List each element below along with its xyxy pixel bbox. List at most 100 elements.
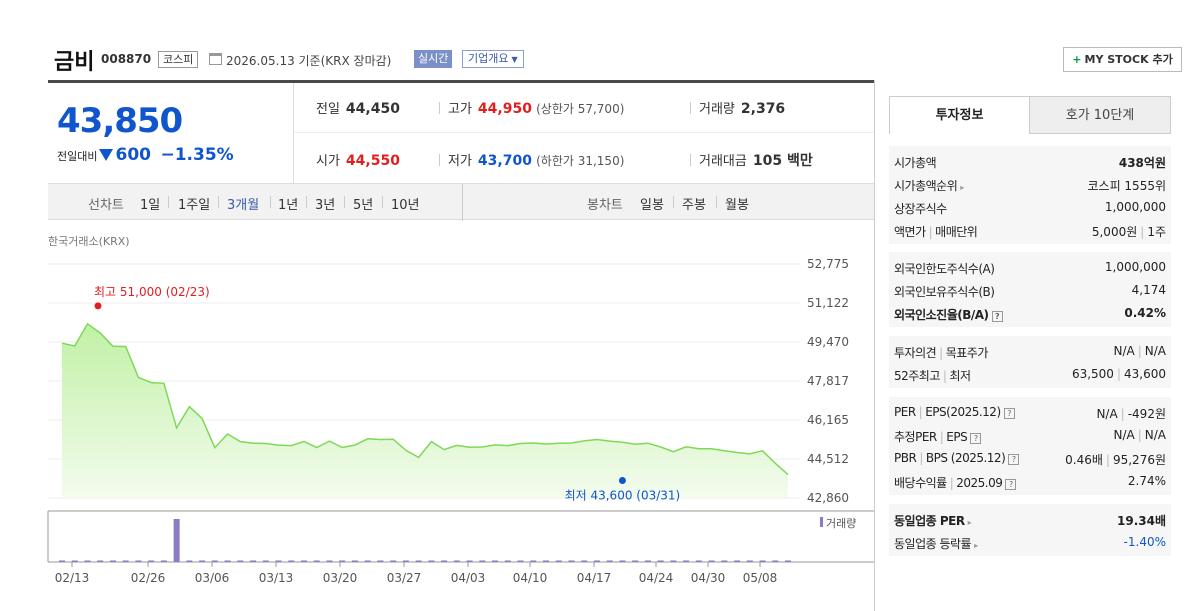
- info-row: 시가총액순위 ▸ 코스피 1555위: [889, 173, 1171, 195]
- info-value: 코스피 1555위: [1087, 177, 1166, 194]
- info-key-text: 매매단위: [935, 225, 978, 239]
- help-icon[interactable]: ?: [970, 433, 982, 444]
- volume-bar: [644, 560, 651, 562]
- volume-bar: [160, 560, 167, 562]
- volume-bar: [479, 560, 486, 562]
- y-tick-label: 47,817: [807, 374, 849, 388]
- tab-invest-info[interactable]: 투자정보: [889, 96, 1030, 134]
- x-tick-label: 04/03: [451, 571, 486, 585]
- info-value: 438억원: [1119, 154, 1166, 171]
- volume-bar: [428, 560, 435, 562]
- info-key-text: 투자의견: [894, 346, 937, 360]
- volume-bar: [759, 560, 766, 562]
- volume-bar: [517, 560, 524, 562]
- info-key-text: EPS(2025.12): [925, 405, 1001, 419]
- info-value-text: 63,500: [1071, 367, 1114, 381]
- info-key-text: 시가총액: [894, 156, 937, 170]
- volume-bar: [746, 560, 753, 562]
- info-key-text: 52주최고: [894, 369, 940, 383]
- volume-bar: [390, 560, 397, 562]
- volume-bar: [555, 560, 562, 562]
- info-key-text: 최저: [949, 369, 971, 383]
- chevron-right-icon[interactable]: ▸: [968, 518, 972, 527]
- info-row: 추정PER | EPS? N/A | N/A: [889, 424, 1171, 446]
- tab-hoga[interactable]: 호가 10단계: [1029, 96, 1171, 134]
- info-key: 52주최고 | 최저: [894, 367, 971, 384]
- volume-bar: [313, 560, 320, 562]
- price-chart: 52,775 51,122 49,470 47,817 46,165 44,512 42,8…: [47, 257, 874, 585]
- volume-bar: [632, 560, 639, 562]
- x-tick-label: 04/10: [513, 571, 548, 585]
- volume-bar: [148, 560, 155, 562]
- mystock-add-button[interactable]: + MY STOCK 추가: [1063, 47, 1182, 72]
- info-key-text: 2025.09: [956, 476, 1003, 490]
- help-icon[interactable]: ?: [991, 311, 1003, 322]
- info-key: 외국인한도주식수(A): [894, 260, 995, 277]
- divider: |: [939, 346, 943, 360]
- divider: |: [1116, 367, 1121, 381]
- info-value-text: N/A: [1144, 428, 1166, 442]
- volume-bar: [135, 560, 142, 562]
- info-key-text: 액면가: [894, 225, 926, 239]
- info-tabs: 투자정보 호가 10단계: [889, 96, 1171, 134]
- info-value: 5,000원 | 1주: [1092, 223, 1166, 240]
- divider: |: [1105, 453, 1110, 467]
- volume-bar: [734, 560, 741, 562]
- info-value-text: N/A: [1113, 344, 1135, 358]
- info-row: 52주최고 | 최저 63,500 | 43,600: [889, 363, 1171, 385]
- help-icon[interactable]: ?: [1008, 454, 1020, 465]
- volume-bar: [606, 560, 613, 562]
- info-key: 배당수익률 | 2025.09?: [894, 474, 1017, 491]
- info-value: N/A | -492원: [1096, 405, 1166, 422]
- volume-bar: [59, 560, 65, 562]
- chevron-right-icon[interactable]: ▸: [974, 541, 978, 550]
- y-tick-label: 42,860: [807, 491, 849, 505]
- volume-bar: [71, 560, 78, 562]
- info-key: 시가총액: [894, 154, 937, 171]
- x-tick-label: 04/17: [577, 571, 612, 585]
- info-value: 0.42%: [1124, 306, 1166, 320]
- info-row: 외국인소진율(B/A)? 0.42%: [889, 302, 1171, 324]
- chevron-right-icon[interactable]: ▸: [960, 183, 964, 192]
- info-group: 시가총액 438억원 시가총액순위 ▸ 코스피 1555위 상장주식수 1,000,000 액…: [889, 146, 1171, 244]
- price-area: [62, 323, 788, 498]
- volume-legend-swatch: [820, 517, 823, 527]
- info-key: 외국인소진율(B/A)?: [894, 306, 1003, 323]
- help-icon[interactable]: ?: [1005, 479, 1017, 490]
- info-key: 상장주식수: [894, 200, 947, 217]
- volume-bar: [122, 560, 129, 562]
- info-key-text: 배당수익률: [894, 476, 947, 490]
- info-key-text: 시가총액순위: [894, 179, 958, 193]
- info-key-text: PER: [894, 405, 916, 419]
- info-key: PER | EPS(2025.12)?: [894, 405, 1015, 419]
- divider: |: [928, 225, 933, 239]
- info-value-text: 코스피 1555위: [1087, 179, 1166, 193]
- info-value: 19.34배: [1117, 512, 1166, 529]
- volume-bar: [593, 560, 600, 562]
- info-row: PBR | BPS (2025.12)? 0.46배 | 95,276원: [889, 447, 1171, 469]
- info-key-text: 추정PER: [894, 430, 937, 444]
- info-key-text: 동일업종 등락률: [894, 537, 972, 551]
- info-value-text: N/A: [1144, 344, 1166, 358]
- mystock-label: MY STOCK 추가: [1084, 53, 1173, 66]
- low-label: 최저 43,600 (03/31): [565, 489, 681, 503]
- volume-bar: [199, 560, 206, 562]
- info-key-text: EPS: [946, 430, 968, 444]
- volume-bar: [262, 560, 269, 562]
- x-tick-label: 05/08: [743, 571, 778, 585]
- info-value: 63,500 | 43,600: [1072, 367, 1166, 381]
- info-value-text: 438억원: [1118, 156, 1166, 170]
- info-value-text: 2.74%: [1127, 474, 1166, 488]
- info-key: 동일업종 등락률 ▸: [894, 535, 978, 552]
- help-icon[interactable]: ?: [1003, 408, 1015, 419]
- y-tick-label: 49,470: [807, 335, 849, 349]
- divider: |: [1137, 344, 1142, 358]
- info-key-text: 외국인보유주식수(B): [894, 285, 995, 299]
- info-key-text: PBR: [894, 451, 917, 465]
- y-tick-label: 51,122: [807, 296, 849, 310]
- info-value-text: 5,000원: [1091, 225, 1138, 239]
- volume-bar: [441, 560, 448, 562]
- info-key: PBR | BPS (2025.12)?: [894, 451, 1020, 465]
- info-row: 동일업종 등락률 ▸ -1.40%: [889, 531, 1171, 553]
- volume-legend-label: 거래량: [826, 517, 856, 530]
